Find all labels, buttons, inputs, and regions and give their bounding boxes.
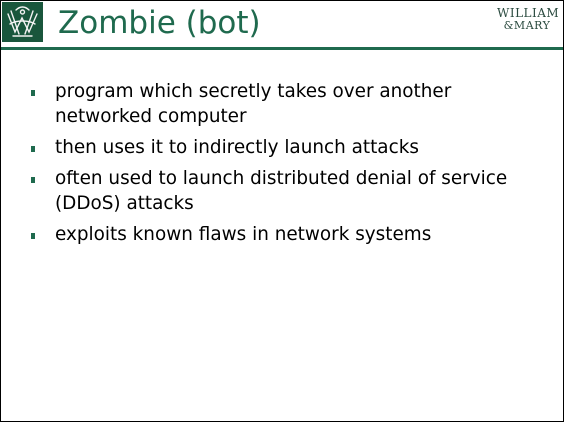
bullet-text: then uses it to indirectly launch attack… (55, 137, 419, 158)
bullet-item: often used to launch distributed denial … (29, 166, 549, 216)
slide-header: Zombie (bot) WILLIAM &MARY (1, 1, 563, 55)
bullet-item: program which secretly takes over anothe… (29, 79, 549, 129)
bullet-marker-icon (31, 233, 35, 239)
slide-title: Zombie (bot) (58, 5, 261, 41)
title-underline (1, 47, 563, 50)
wordmark-line-2: &MARY (503, 19, 551, 32)
bullet-item: exploits known flaws in network systems (29, 222, 549, 247)
bullet-marker-icon (31, 90, 35, 96)
slide: Zombie (bot) WILLIAM &MARY program which… (0, 0, 564, 422)
bullet-text: program which secretly takes over anothe… (55, 81, 452, 127)
bullet-text: often used to launch distributed denial … (55, 168, 508, 214)
bullet-item: then uses it to indirectly launch attack… (29, 135, 549, 160)
bullet-marker-icon (31, 177, 35, 183)
cypher-crest-icon (2, 2, 43, 42)
bullet-marker-icon (31, 146, 35, 152)
william-and-mary-wordmark: WILLIAM &MARY (497, 7, 559, 32)
bullet-text: exploits known flaws in network systems (55, 224, 432, 245)
bullet-list: program which secretly takes over anothe… (29, 79, 549, 253)
